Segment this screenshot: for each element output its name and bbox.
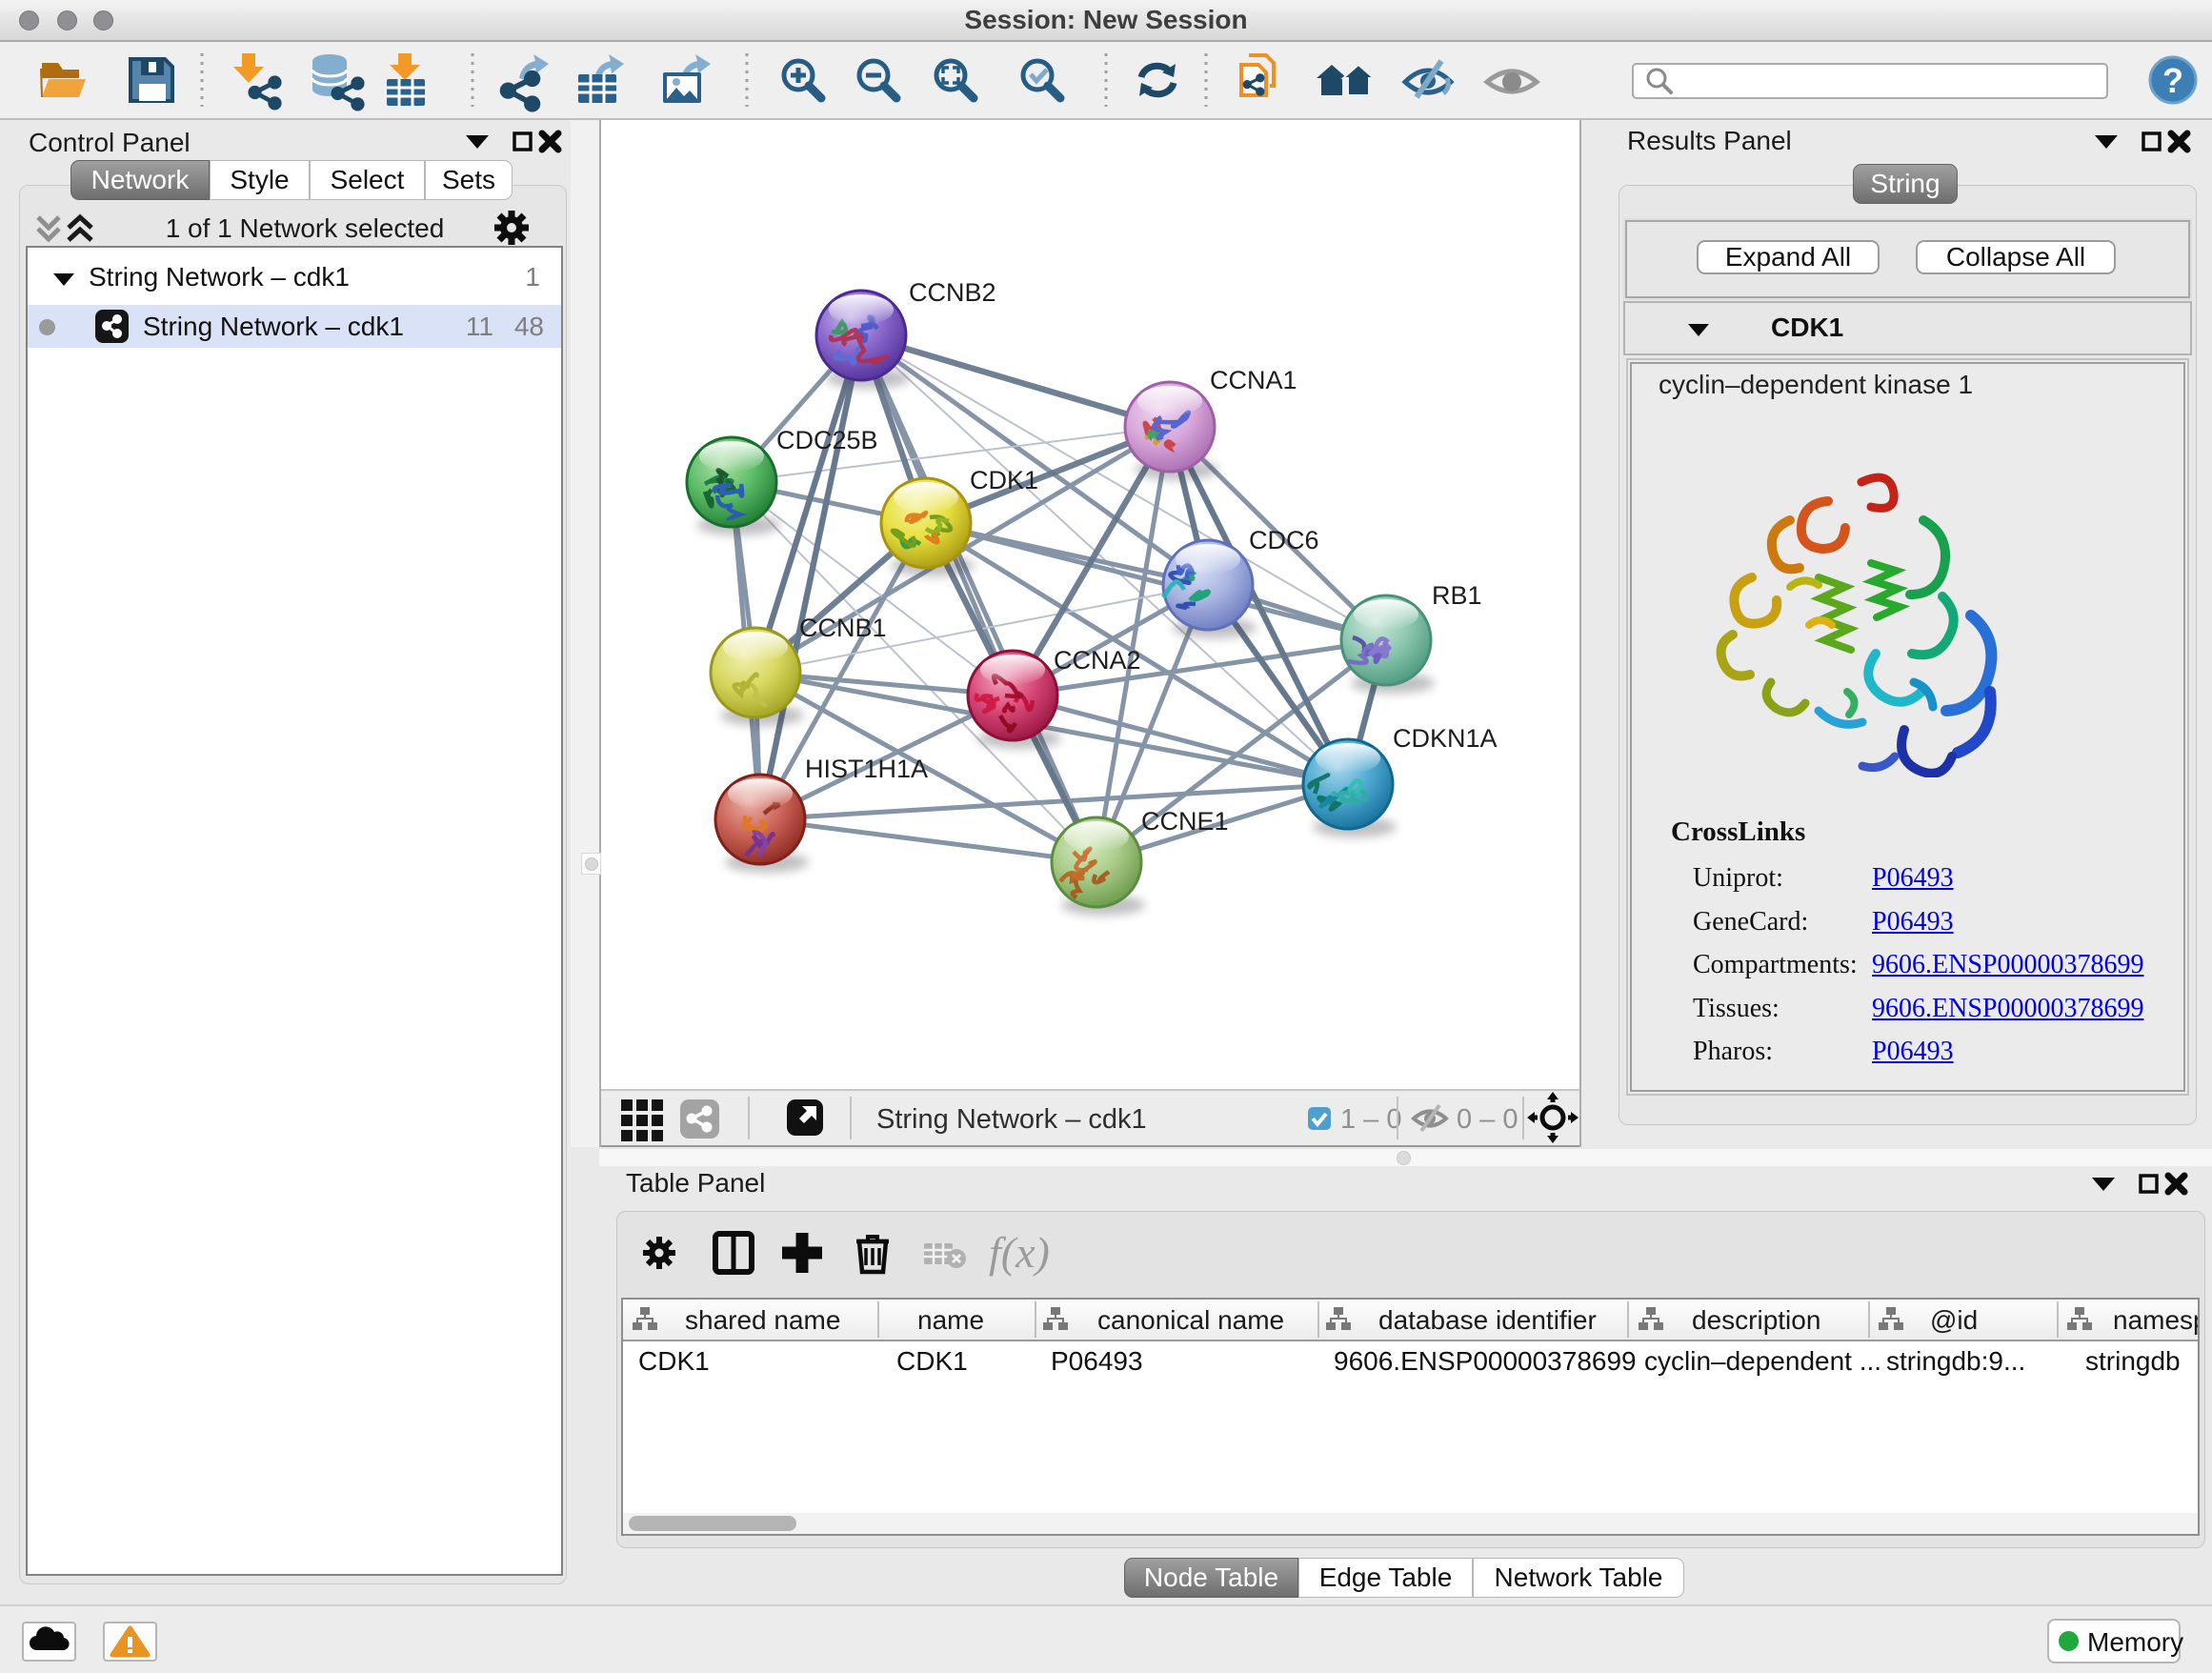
svg-text:CCNA2: CCNA2 bbox=[1054, 646, 1141, 675]
svg-text:CCNB1: CCNB1 bbox=[799, 614, 887, 642]
svg-text:namespac: namespac bbox=[2113, 1305, 2198, 1335]
svg-text:canonical name: canonical name bbox=[1097, 1305, 1284, 1335]
svg-text:CDKN1A: CDKN1A bbox=[1393, 724, 1498, 753]
svg-text:0 – 0: 0 – 0 bbox=[1457, 1104, 1518, 1135]
svg-text:database identifier: database identifier bbox=[1378, 1305, 1597, 1335]
svg-text:CDC6: CDC6 bbox=[1249, 526, 1319, 554]
svg-text:HIST1H1A: HIST1H1A bbox=[805, 755, 928, 783]
svg-text:@id: @id bbox=[1930, 1305, 1978, 1335]
svg-text:CCNE1: CCNE1 bbox=[1141, 807, 1229, 836]
svg-text:String Network – cdk1: String Network – cdk1 bbox=[876, 1104, 1147, 1135]
svg-text:name: name bbox=[917, 1305, 984, 1335]
svg-text:CDK1: CDK1 bbox=[970, 466, 1038, 494]
svg-text:CCNA1: CCNA1 bbox=[1210, 366, 1297, 394]
svg-text:1 of 1 Network selected: 1 of 1 Network selected bbox=[166, 213, 445, 243]
svg-text:?: ? bbox=[2162, 61, 2183, 100]
svg-text:RB1: RB1 bbox=[1432, 581, 1482, 610]
svg-text:shared name: shared name bbox=[685, 1305, 840, 1335]
svg-text:description: description bbox=[1692, 1305, 1820, 1335]
svg-text:f(x): f(x) bbox=[989, 1231, 1050, 1277]
svg-text:CCNB2: CCNB2 bbox=[909, 278, 996, 307]
svg-text:1 – 0: 1 – 0 bbox=[1340, 1104, 1402, 1135]
svg-text:CDC25B: CDC25B bbox=[776, 426, 878, 454]
